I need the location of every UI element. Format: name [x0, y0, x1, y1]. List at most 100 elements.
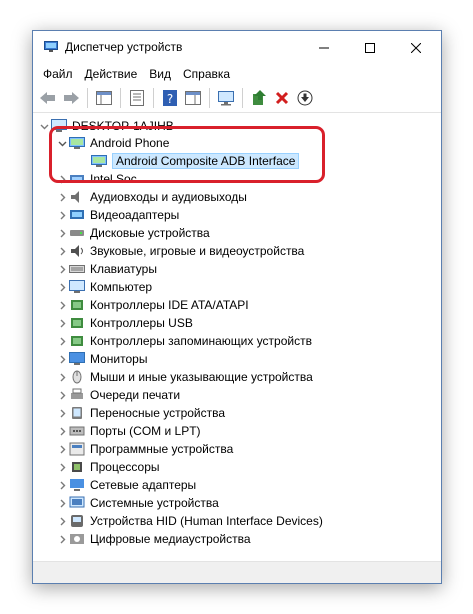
toolbar-separator — [120, 88, 121, 108]
update-driver-button[interactable] — [249, 88, 269, 108]
uninstall-device-button[interactable] — [272, 88, 292, 108]
category-row[interactable]: Переносные устройства — [55, 404, 225, 422]
keyboard-icon — [69, 261, 85, 277]
category-label: Контроллеры IDE ATA/ATAPI — [90, 298, 249, 312]
chevron-right-icon[interactable] — [55, 391, 69, 400]
device-manager-window: Диспетчер устройств Файл Действие Вид Сп… — [32, 30, 442, 584]
category-label: Мониторы — [90, 352, 148, 366]
audio-io-icon — [69, 189, 85, 205]
title-bar[interactable]: Диспетчер устройств — [33, 31, 441, 64]
hid-icon — [69, 513, 85, 529]
toolbar-separator — [87, 88, 88, 108]
category-row[interactable]: Аудиовходы и аудиовыходы — [55, 188, 247, 206]
console-tree-icon — [96, 91, 112, 105]
category-row[interactable]: Мониторы — [55, 350, 147, 368]
menu-file[interactable]: Файл — [37, 67, 79, 81]
category-row[interactable]: Процессоры — [55, 458, 160, 476]
category-label: Контроллеры запоминающих устройств — [90, 334, 312, 348]
chevron-right-icon[interactable] — [55, 463, 69, 472]
menu-help[interactable]: Справка — [177, 67, 236, 81]
chevron-right-icon[interactable] — [55, 337, 69, 346]
category-row[interactable]: Устройства HID (Human Interface Devices) — [55, 512, 323, 530]
category-row[interactable]: Программные устройства — [55, 440, 233, 458]
chevron-down-icon[interactable] — [37, 122, 51, 131]
category-row[interactable]: Порты (COM и LPT) — [55, 422, 201, 440]
category-row[interactable]: Очереди печати — [55, 386, 180, 404]
status-bar — [33, 561, 441, 583]
processor-icon — [69, 459, 85, 475]
properties-button[interactable] — [127, 88, 147, 108]
category-row[interactable]: Цифровые медиаустройства — [55, 530, 251, 548]
enable-device-button[interactable] — [295, 88, 315, 108]
chevron-right-icon[interactable] — [55, 229, 69, 238]
category-label: Контроллеры USB — [90, 316, 193, 330]
highlight-annotation — [49, 126, 325, 183]
chevron-right-icon[interactable] — [55, 445, 69, 454]
category-label: Очереди печати — [90, 388, 181, 402]
usb-controller-icon — [69, 315, 85, 331]
chevron-right-icon[interactable] — [55, 265, 69, 274]
category-row[interactable]: Дисковые устройства — [55, 224, 210, 242]
category-row[interactable]: Контроллеры IDE ATA/ATAPI — [55, 296, 249, 314]
category-row[interactable]: Контроллеры запоминающих устройств — [55, 332, 312, 350]
category-row[interactable]: Звуковые, игровые и видеоустройства — [55, 242, 304, 260]
chevron-right-icon[interactable] — [55, 301, 69, 310]
category-label: Процессоры — [90, 460, 160, 474]
mouse-icon — [69, 369, 85, 385]
chevron-right-icon[interactable] — [55, 499, 69, 508]
minimize-button[interactable] — [301, 31, 347, 64]
chevron-right-icon[interactable] — [55, 319, 69, 328]
category-label: Цифровые медиаустройства — [90, 532, 251, 546]
chevron-right-icon[interactable] — [55, 535, 69, 544]
category-label: Системные устройства — [90, 496, 219, 510]
category-label: Мыши и иные указывающие устройства — [90, 370, 313, 384]
print-queue-icon — [69, 387, 85, 403]
category-label: Дисковые устройства — [90, 226, 210, 240]
chevron-right-icon[interactable] — [55, 283, 69, 292]
toolbar-separator — [242, 88, 243, 108]
portable-device-icon — [69, 405, 85, 421]
help-button[interactable]: ? — [160, 88, 180, 108]
category-row[interactable]: Клавиатуры — [55, 260, 157, 278]
show-hide-console-tree-button[interactable] — [94, 88, 114, 108]
category-row[interactable]: Сетевые адаптеры — [55, 476, 196, 494]
chevron-right-icon[interactable] — [55, 409, 69, 418]
monitor-icon — [69, 351, 85, 367]
device-manager-icon — [44, 41, 58, 52]
disk-drive-icon — [69, 225, 85, 241]
category-label: Клавиатуры — [90, 262, 157, 276]
properties-icon — [130, 90, 144, 106]
toolbar-separator — [153, 88, 154, 108]
category-label: Компьютер — [90, 280, 153, 294]
category-row[interactable]: Видеоадаптеры — [55, 206, 179, 224]
forward-button[interactable] — [61, 88, 81, 108]
chevron-right-icon[interactable] — [55, 193, 69, 202]
chevron-right-icon[interactable] — [55, 517, 69, 526]
chevron-right-icon[interactable] — [55, 247, 69, 256]
maximize-icon — [365, 42, 375, 53]
chevron-right-icon[interactable] — [55, 211, 69, 220]
chevron-right-icon[interactable] — [55, 481, 69, 490]
category-row[interactable]: Контроллеры USB — [55, 314, 193, 332]
maximize-button[interactable] — [347, 31, 393, 64]
action-pane-button[interactable] — [183, 88, 203, 108]
scan-hardware-button[interactable] — [216, 88, 236, 108]
chevron-right-icon[interactable] — [55, 427, 69, 436]
category-row[interactable]: Системные устройства — [55, 494, 219, 512]
chevron-right-icon[interactable] — [55, 355, 69, 364]
close-button[interactable] — [393, 31, 439, 64]
back-button[interactable] — [38, 88, 58, 108]
svg-text:?: ? — [167, 92, 173, 106]
update-driver-icon — [253, 90, 266, 105]
menu-view[interactable]: Вид — [143, 67, 177, 81]
menu-action[interactable]: Действие — [79, 67, 144, 81]
category-row[interactable]: Мыши и иные указывающие устройства — [55, 368, 313, 386]
category-row[interactable]: Компьютер — [55, 278, 152, 296]
chevron-right-icon[interactable] — [55, 373, 69, 382]
device-tree: DESKTOP-1AJIHB Android Phone Android Com… — [33, 113, 441, 583]
category-label: Сетевые адаптеры — [90, 478, 197, 492]
network-adapter-icon — [69, 477, 85, 493]
computer-icon — [69, 279, 85, 295]
help-icon: ? — [163, 90, 177, 106]
close-icon — [411, 42, 421, 53]
